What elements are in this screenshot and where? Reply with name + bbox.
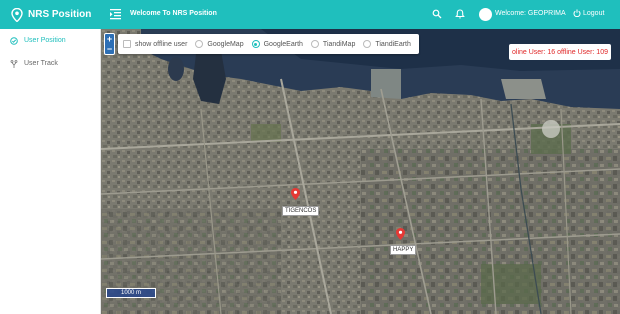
radio-button[interactable] xyxy=(195,40,204,48)
show-offline-label: show offline user xyxy=(135,40,188,48)
map-options-bar: show offline user GoogleMap GoogleEarth … xyxy=(118,34,419,54)
zoom-in-button[interactable]: + xyxy=(105,34,114,44)
brand[interactable]: NRS Position xyxy=(0,0,101,29)
layer-radio-tiandiearth[interactable]: TiandiEarth xyxy=(363,40,411,48)
layer-label: GoogleEarth xyxy=(263,40,303,48)
logout-button[interactable]: Logout xyxy=(573,9,604,17)
avatar[interactable] xyxy=(479,8,492,21)
brand-title: NRS Position xyxy=(28,9,92,20)
menu-toggle-icon[interactable] xyxy=(110,8,121,20)
sidebar-item-user-track[interactable]: User Track xyxy=(0,52,100,75)
bell-icon[interactable] xyxy=(455,9,465,19)
location-pin-icon xyxy=(10,7,23,22)
scale-bar: 1000 m xyxy=(106,288,156,298)
radio-button[interactable] xyxy=(310,40,319,48)
map-marker-pin-icon[interactable] xyxy=(396,228,405,240)
map-view[interactable] xyxy=(101,29,620,314)
search-icon[interactable] xyxy=(432,9,442,19)
sidebar-item-label: User Position xyxy=(24,37,66,44)
satellite-imagery xyxy=(101,29,620,314)
track-icon xyxy=(10,59,18,68)
show-offline-checkbox[interactable]: show offline user xyxy=(123,40,187,48)
zoom-control: + − xyxy=(104,33,115,55)
sidebar: User Position User Track xyxy=(0,29,101,314)
layer-radio-tiandimap[interactable]: TiandiMap xyxy=(310,40,356,48)
page-title: Welcome To NRS Position xyxy=(130,10,217,17)
user-greeting[interactable]: Welcome: GEOPRIMA xyxy=(495,10,566,17)
map-marker-pin-icon[interactable] xyxy=(291,188,300,200)
check-circle-icon xyxy=(10,36,18,45)
layer-label: GoogleMap xyxy=(207,40,244,48)
logout-label: Logout xyxy=(583,9,605,17)
layer-label: TiandiMap xyxy=(322,40,356,48)
power-icon xyxy=(573,9,581,17)
radio-button[interactable] xyxy=(251,40,260,48)
sidebar-item-user-position[interactable]: User Position xyxy=(0,29,100,52)
user-status-box: oline User: 16 offline User: 109 xyxy=(509,44,611,60)
marker-label[interactable]: TIGENCOS xyxy=(282,206,320,216)
top-bar: NRS Position Welcome To NRS Position Wel… xyxy=(0,0,620,29)
checkbox-box[interactable] xyxy=(123,40,131,48)
layer-label: TiandiEarth xyxy=(375,40,411,48)
radio-button[interactable] xyxy=(363,40,372,48)
marker-label[interactable]: HAPPY xyxy=(390,245,417,255)
zoom-out-button[interactable]: − xyxy=(105,44,114,54)
layer-radio-googlemap[interactable]: GoogleMap xyxy=(195,40,244,48)
layer-radio-googleearth[interactable]: GoogleEarth xyxy=(251,40,303,48)
sidebar-item-label: User Track xyxy=(24,60,58,67)
